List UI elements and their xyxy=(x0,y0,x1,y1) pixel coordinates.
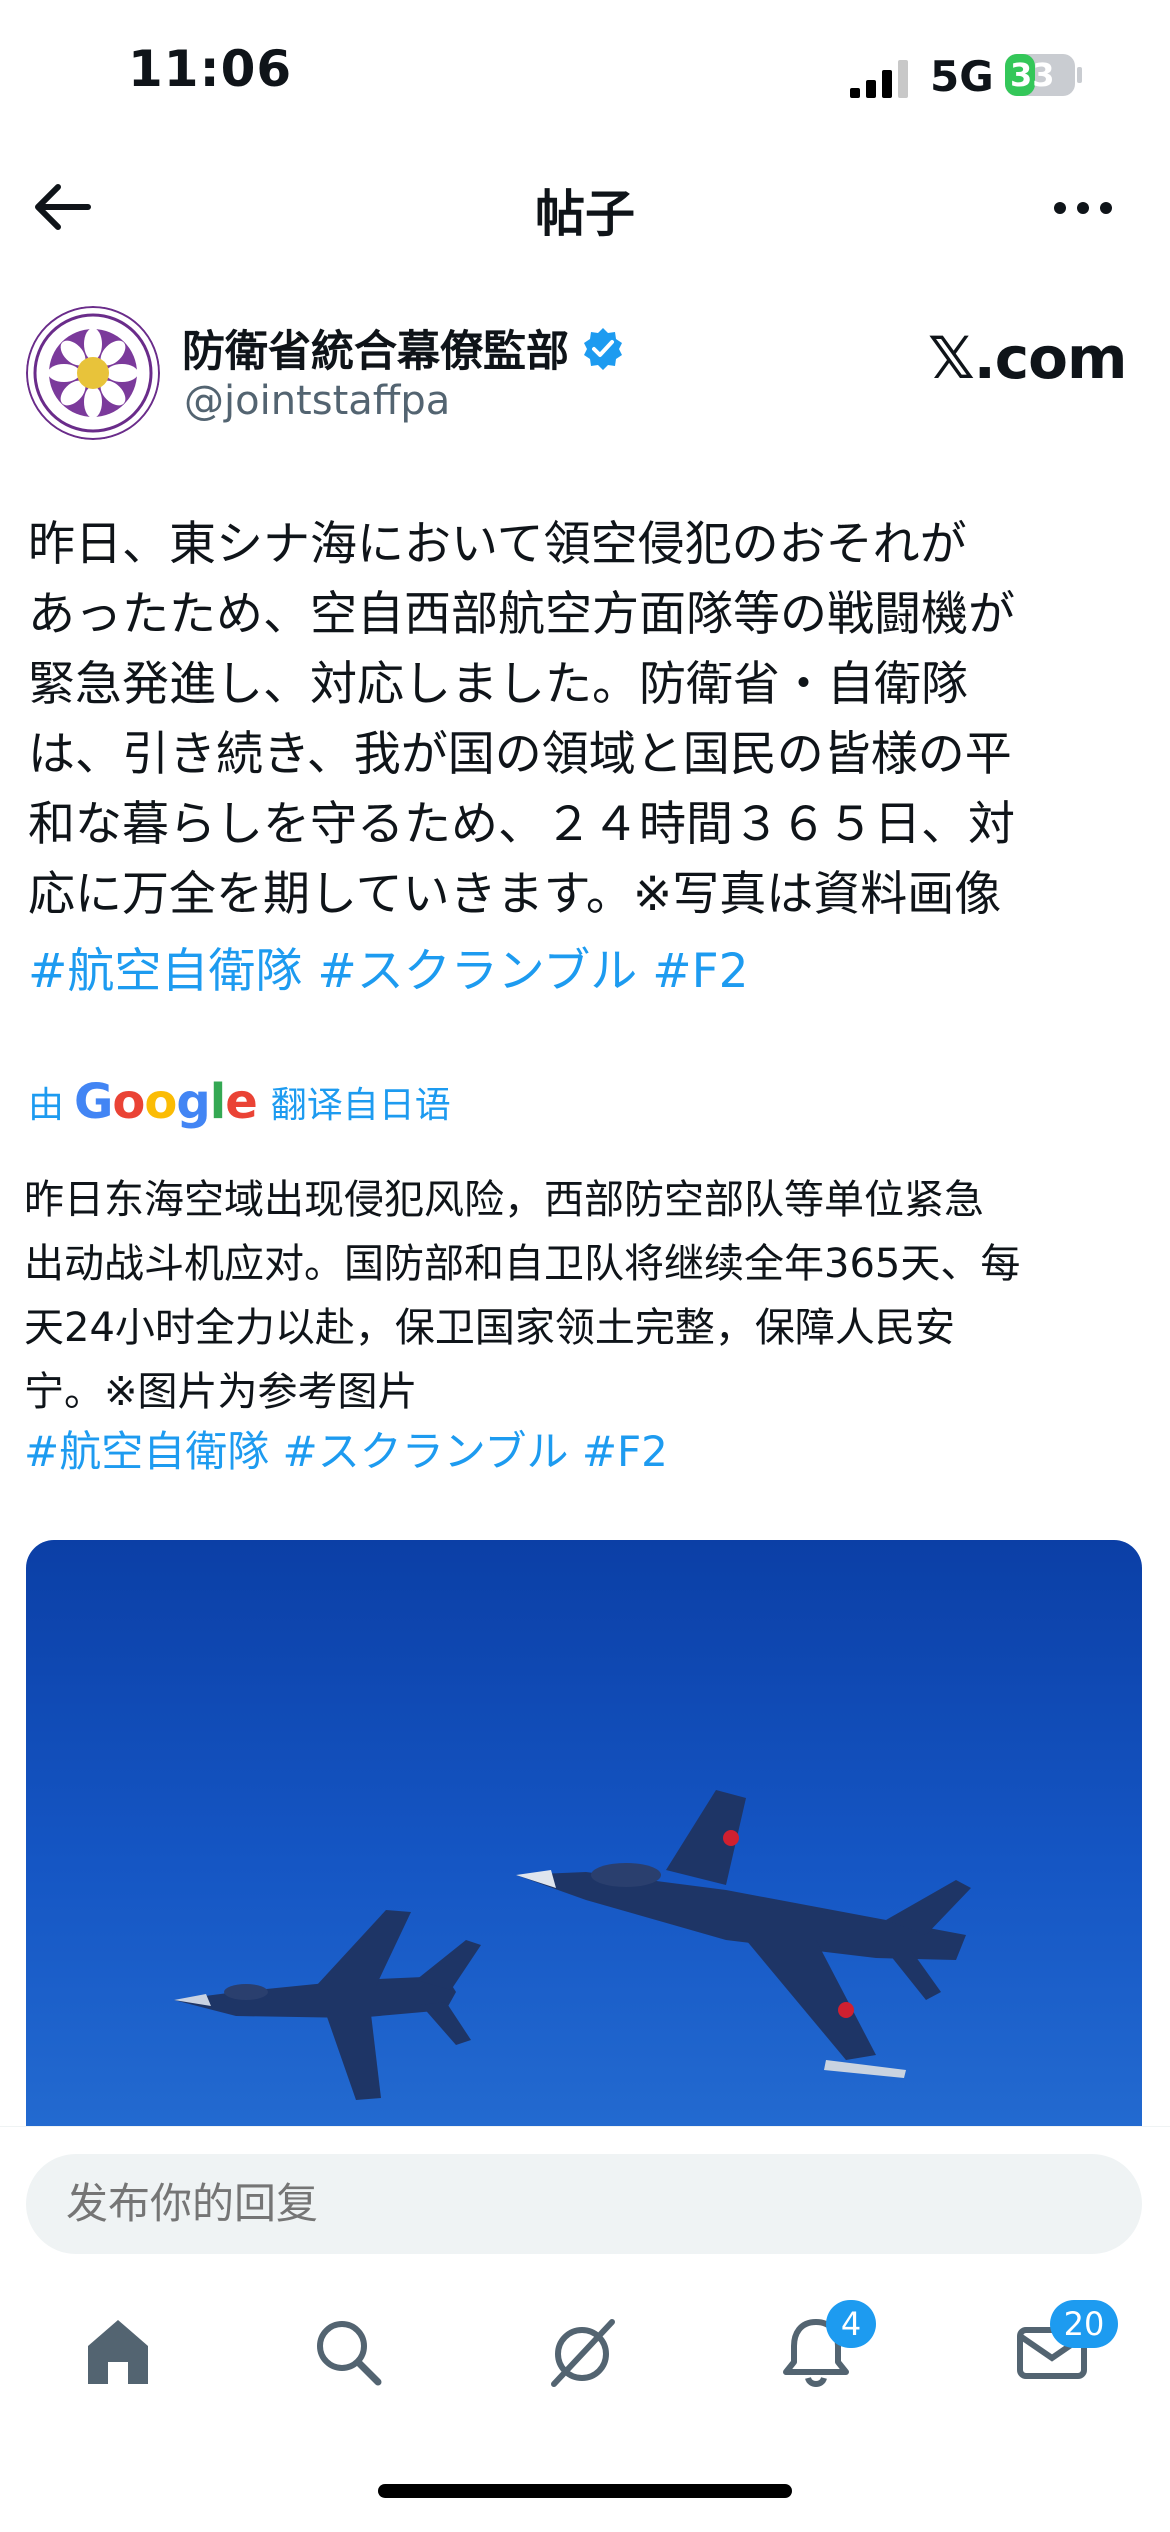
signal-icon xyxy=(850,60,908,98)
author-name-row[interactable]: 防衛省統合幕僚監部 xyxy=(182,318,625,378)
jet-right xyxy=(516,1790,971,2078)
status-time: 11:06 xyxy=(128,40,293,98)
post-text: 昨日、東シナ海において領空侵犯のおそれが あったため、空自西部航空方面隊等の戦闘… xyxy=(28,517,1015,922)
network-label: 5G xyxy=(930,52,994,101)
messages-badge: 20 xyxy=(1050,2300,1118,2348)
home-icon[interactable] xyxy=(78,2312,158,2392)
avatar[interactable] xyxy=(26,306,160,440)
page-title: 帖子 xyxy=(535,185,635,243)
translated-hashtags[interactable]: #航空自衛隊 #スクランブル #F2 xyxy=(24,1418,668,1479)
search-icon[interactable] xyxy=(308,2312,388,2392)
google-logo: Google xyxy=(74,1074,258,1130)
translation-attribution[interactable]: 由 Google 翻译自日语 xyxy=(28,1074,451,1130)
reply-input[interactable] xyxy=(26,2154,1142,2254)
jet-left xyxy=(174,1910,481,2100)
translation-suffix: 翻译自日语 xyxy=(270,1085,451,1126)
translated-text: 昨日东海空域出现侵犯风险，西部防空部队等单位紧急 出动战斗机应对。国防部和自卫队… xyxy=(24,1177,1021,1415)
battery-icon: 33 xyxy=(1004,52,1084,98)
verified-badge-icon xyxy=(584,328,622,370)
battery-level: 33 xyxy=(1010,56,1055,94)
source-label: 𝕏.com xyxy=(928,324,1127,392)
post-hashtags[interactable]: #航空自衛隊 #スクランブル #F2 xyxy=(28,932,749,1001)
home-indicator xyxy=(378,2484,792,2498)
grok-icon[interactable] xyxy=(542,2312,622,2392)
notifications-badge: 4 xyxy=(826,2300,876,2348)
translation-prefix: 由 xyxy=(28,1085,65,1126)
author-handle[interactable]: @jointstaffpa xyxy=(184,378,450,424)
more-horizontal-icon[interactable] xyxy=(1048,178,1118,238)
author-name[interactable]: 防衛省統合幕僚監部 xyxy=(182,317,569,379)
